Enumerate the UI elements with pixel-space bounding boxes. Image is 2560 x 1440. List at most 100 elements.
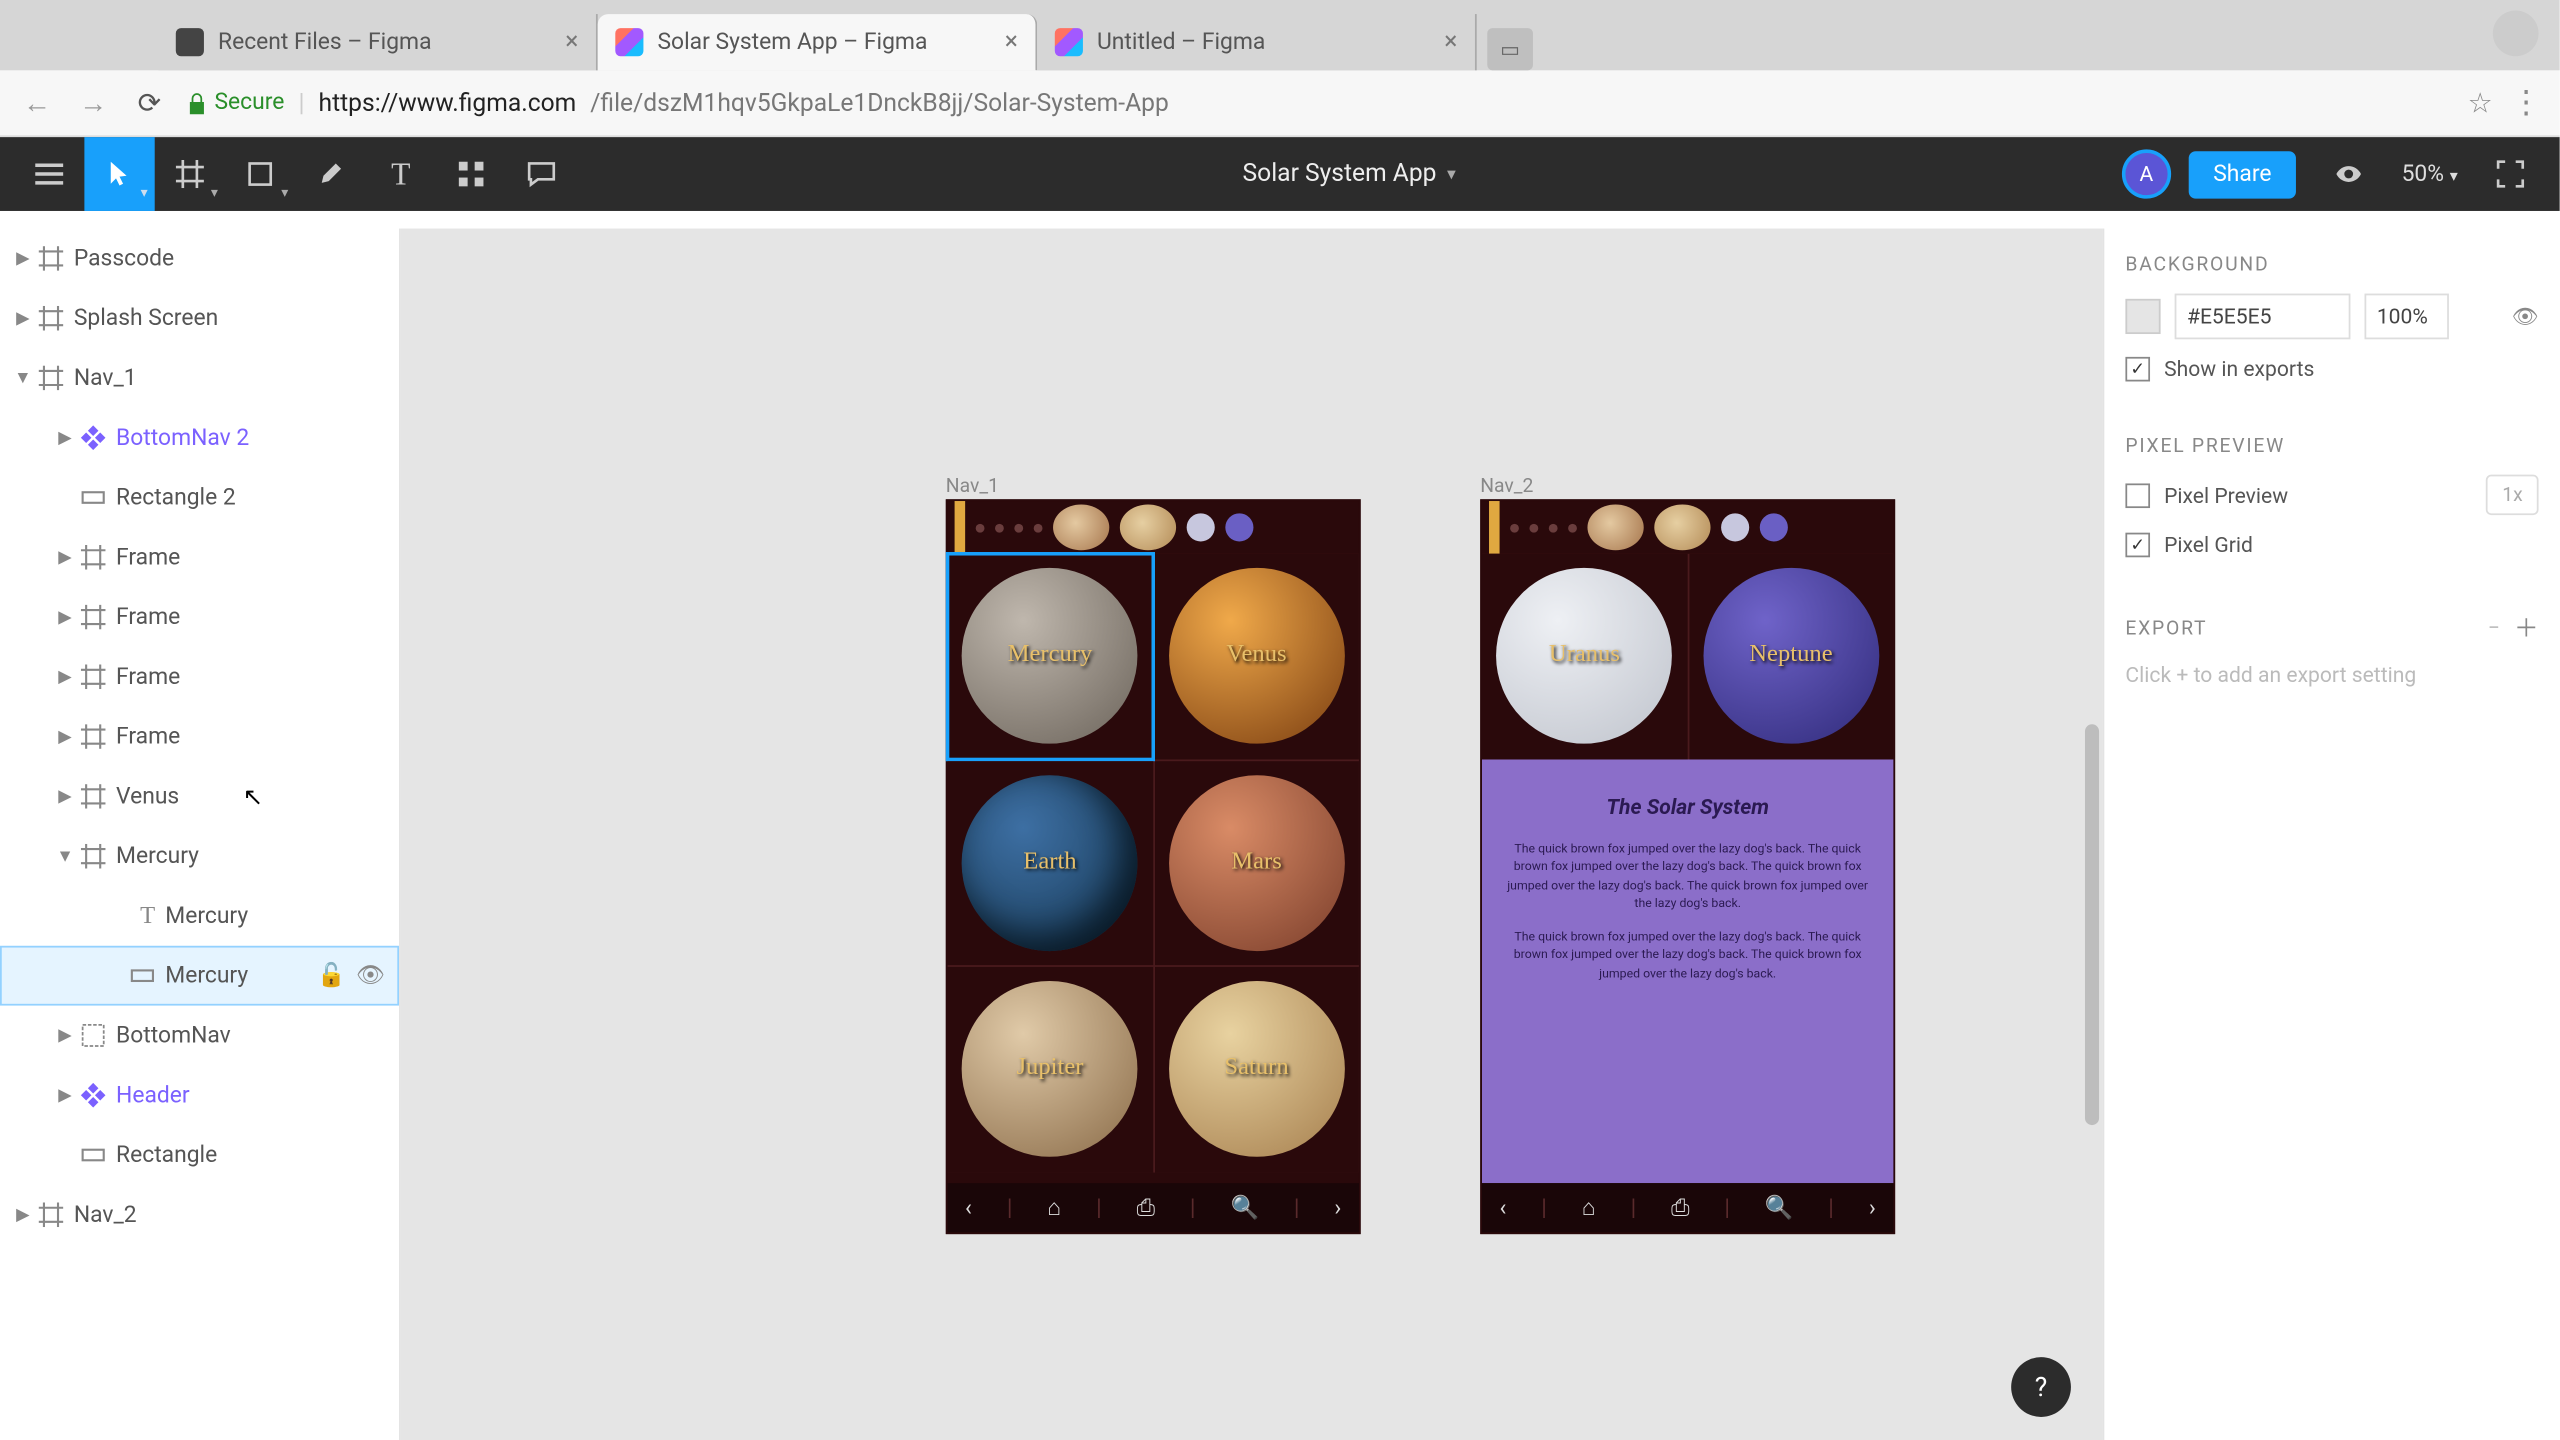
move-tool-button[interactable]: ▾	[84, 137, 154, 211]
planet-cell[interactable]: Earth	[948, 760, 1153, 965]
help-button[interactable]: ?	[2011, 1357, 2071, 1417]
hamburger-menu-button[interactable]	[14, 137, 84, 211]
browser-tab[interactable]: Recent Files – Figma ×	[158, 14, 598, 70]
layer-row[interactable]: ▶Frame	[0, 527, 399, 587]
visibility-toggle-icon[interactable]: 👁	[2512, 304, 2539, 329]
print-icon[interactable]: ⎙	[1137, 1195, 1155, 1221]
close-tab-icon[interactable]: ×	[565, 28, 578, 56]
nav-back-button[interactable]: ←	[18, 84, 57, 123]
export-add-icon[interactable]: ＋	[2514, 610, 2539, 645]
layer-row[interactable]: ▶BottomNav 2	[0, 408, 399, 468]
export-minus-icon[interactable]: −	[2488, 615, 2500, 640]
frame-nav1[interactable]: MercuryVenusEarthMarsJupiterSaturn ‹| ⌂|…	[946, 499, 1361, 1234]
layer-row[interactable]: TMercury	[0, 886, 399, 946]
lock-icon[interactable]: 🔓	[317, 963, 345, 989]
pixel-preview-checkbox[interactable]	[2125, 483, 2150, 508]
frame-label[interactable]: Nav_1	[946, 475, 999, 498]
disclosure-icon[interactable]: ▶	[49, 548, 81, 567]
layer-row[interactable]: ▶Frame	[0, 707, 399, 767]
bookmark-star-icon[interactable]: ☆	[2468, 86, 2493, 119]
layer-row[interactable]: ▶Nav_2	[0, 1185, 399, 1245]
thumb-uranus-icon	[1721, 513, 1749, 541]
planet-cell[interactable]: Saturn	[1154, 967, 1359, 1172]
components-tool-button[interactable]	[436, 137, 506, 211]
layer-row[interactable]: Rectangle	[0, 1125, 399, 1185]
prev-icon[interactable]: ‹	[1499, 1195, 1506, 1221]
layer-row[interactable]: ▶BottomNav	[0, 1006, 399, 1066]
browser-tab[interactable]: Untitled – Figma ×	[1037, 14, 1477, 70]
disclosure-icon[interactable]: ▶	[49, 1086, 81, 1105]
layer-row[interactable]: ▶Frame	[0, 647, 399, 707]
frame-icon	[81, 605, 116, 630]
planet-cell[interactable]: Neptune	[1689, 554, 1894, 759]
disclosure-icon[interactable]: ▶	[7, 1205, 39, 1224]
layer-row[interactable]: ▶Venus	[0, 766, 399, 826]
background-hex-input[interactable]	[2175, 294, 2351, 340]
layer-row[interactable]: Rectangle 2	[0, 468, 399, 528]
print-icon[interactable]: ⎙	[1671, 1195, 1689, 1221]
home-icon[interactable]: ⌂	[1047, 1194, 1061, 1222]
disclosure-icon[interactable]: ▼	[7, 368, 39, 387]
search-icon[interactable]: 🔍	[1765, 1195, 1793, 1221]
address-bar[interactable]: Secure | https://www.figma.com/file/dszM…	[186, 89, 2450, 117]
close-tab-icon[interactable]: ×	[1005, 28, 1018, 56]
disclosure-icon[interactable]: ▶	[49, 787, 81, 806]
browser-tab[interactable]: Solar System App – Figma ×	[598, 14, 1037, 70]
nav-reload-button[interactable]: ⟳	[130, 84, 169, 123]
pixel-preview-scale[interactable]: 1x	[2486, 475, 2538, 515]
figma-canvas[interactable]: Nav_1 Nav_2 MercuryVenusEarthMarsJupiter…	[401, 229, 2103, 1440]
frame-nav2[interactable]: UranusNeptune The Solar System The quick…	[1480, 499, 1895, 1234]
planet-cell[interactable]: Venus	[1154, 554, 1359, 759]
new-tab-button[interactable]: ▭	[1487, 28, 1533, 70]
zoom-fit-button[interactable]	[2475, 137, 2545, 211]
chevron-down-icon[interactable]: ▾	[1447, 164, 1456, 183]
layer-row[interactable]: ▶Passcode	[0, 229, 399, 289]
layer-row[interactable]: ▶Frame	[0, 587, 399, 647]
disclosure-icon[interactable]: ▶	[49, 1026, 81, 1045]
disclosure-icon[interactable]: ▶	[7, 309, 39, 328]
layer-row[interactable]: ▼Mercury	[0, 826, 399, 886]
zoom-level[interactable]: 50% ▾	[2402, 161, 2458, 187]
disclosure-icon[interactable]: ▶	[7, 249, 39, 268]
search-icon[interactable]: 🔍	[1230, 1195, 1258, 1221]
frame-label[interactable]: Nav_2	[1480, 475, 1533, 498]
shape-tool-button[interactable]: ▾	[225, 137, 295, 211]
disclosure-icon[interactable]: ▶	[49, 607, 81, 626]
disclosure-icon[interactable]: ▼	[49, 846, 81, 865]
nav-forward-button[interactable]: →	[74, 84, 113, 123]
close-tab-icon[interactable]: ×	[1444, 28, 1457, 56]
browser-account-avatar[interactable]	[2493, 11, 2539, 57]
show-in-exports-checkbox[interactable]	[2125, 357, 2150, 382]
chevron-down-icon: ▾	[281, 185, 288, 201]
disclosure-icon[interactable]: ▶	[49, 667, 81, 686]
browser-menu-icon[interactable]: ⋮	[2510, 84, 2542, 121]
layer-row[interactable]: Mercury🔓👁	[0, 946, 399, 1006]
pixel-grid-checkbox[interactable]	[2125, 533, 2150, 558]
planet-cell[interactable]: Uranus	[1482, 554, 1687, 759]
layer-row[interactable]: ▶Header	[0, 1065, 399, 1125]
planet-cell[interactable]: Mercury	[948, 554, 1153, 759]
layer-row[interactable]: ▼Nav_1	[0, 348, 399, 408]
planet-cell[interactable]: Mars	[1154, 760, 1359, 965]
frame-icon	[81, 724, 116, 749]
disclosure-icon[interactable]: ▶	[49, 727, 81, 746]
background-opacity-input[interactable]	[2365, 294, 2449, 340]
present-button[interactable]	[2314, 137, 2384, 211]
frame-tool-button[interactable]: ▾	[155, 137, 225, 211]
comment-tool-button[interactable]	[506, 137, 576, 211]
text-tool-button[interactable]: T	[366, 137, 436, 211]
planet-cell[interactable]: Jupiter	[948, 967, 1153, 1172]
color-swatch[interactable]	[2125, 299, 2160, 334]
home-icon[interactable]: ⌂	[1582, 1194, 1596, 1222]
pen-tool-button[interactable]	[295, 137, 365, 211]
visibility-icon[interactable]: 👁	[356, 963, 385, 989]
canvas-scrollbar[interactable]	[2085, 264, 2099, 1414]
next-icon[interactable]: ›	[1869, 1195, 1876, 1221]
share-button[interactable]: Share	[2189, 150, 2296, 197]
user-avatar[interactable]: A	[2122, 149, 2171, 198]
disclosure-icon[interactable]: ▶	[49, 428, 81, 447]
layer-row[interactable]: ▶Splash Screen	[0, 288, 399, 348]
file-title[interactable]: Solar System App	[1243, 160, 1437, 188]
next-icon[interactable]: ›	[1334, 1195, 1341, 1221]
prev-icon[interactable]: ‹	[965, 1195, 972, 1221]
